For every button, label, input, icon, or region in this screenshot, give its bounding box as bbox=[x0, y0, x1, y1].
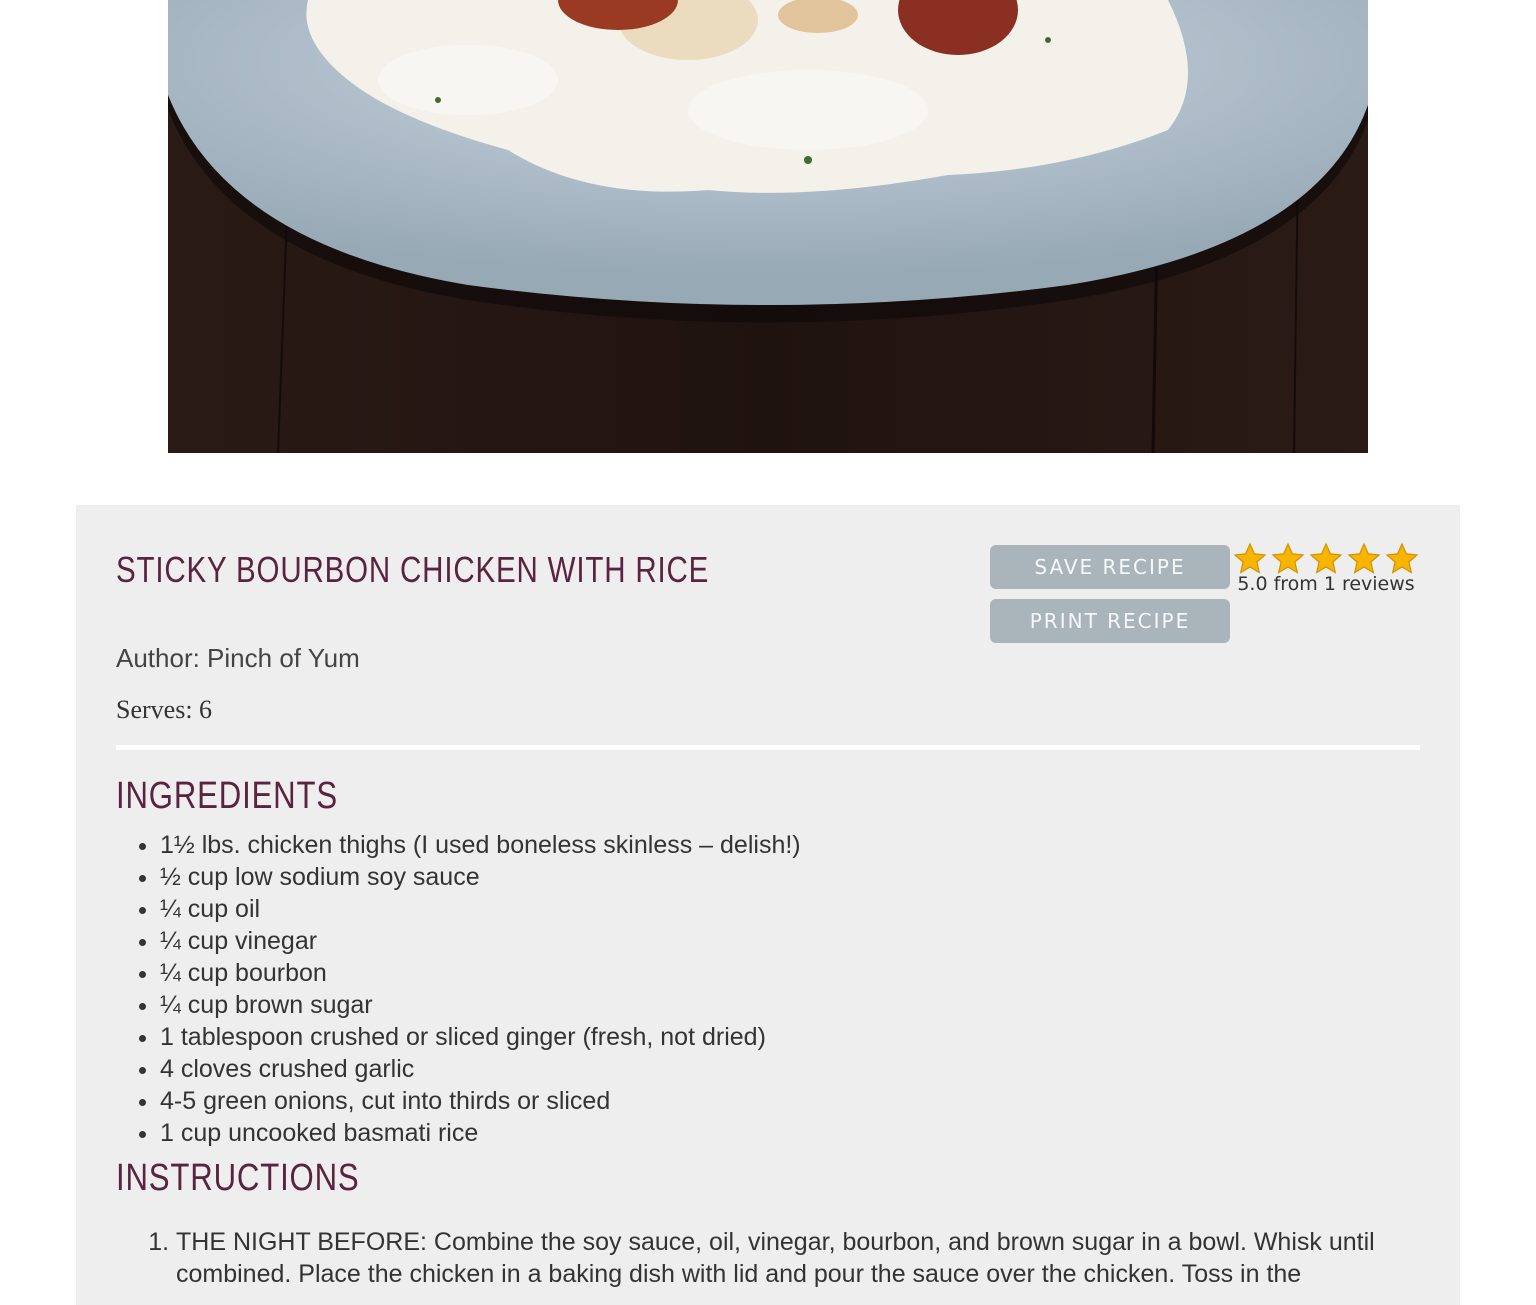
ingredient-item: ¼ cup vinegar bbox=[160, 925, 801, 957]
star-icon[interactable] bbox=[1270, 541, 1306, 577]
ingredients-list: 1½ lbs. chicken thighs (I used boneless … bbox=[116, 829, 801, 1149]
ingredient-item: ¼ cup oil bbox=[160, 893, 801, 925]
ingredient-item: ¼ cup brown sugar bbox=[160, 989, 801, 1021]
divider bbox=[116, 745, 1420, 750]
instructions-heading: INSTRUCTIONS bbox=[116, 1157, 360, 1199]
ingredient-item: 1½ lbs. chicken thighs (I used boneless … bbox=[160, 829, 801, 861]
star-icon[interactable] bbox=[1346, 541, 1382, 577]
recipe-title: STICKY BOURBON CHICKEN WITH RICE bbox=[116, 549, 710, 590]
recipe-card: STICKY BOURBON CHICKEN WITH RICE SAVE RE… bbox=[76, 505, 1460, 1305]
instruction-step: THE NIGHT BEFORE: Combine the soy sauce,… bbox=[176, 1226, 1440, 1290]
rating-widget: 5.0 from 1 reviews bbox=[1232, 541, 1420, 595]
ingredient-item: 1 tablespoon crushed or sliced ginger (f… bbox=[160, 1021, 801, 1053]
star-icon[interactable] bbox=[1232, 541, 1268, 577]
save-recipe-button[interactable]: SAVE RECIPE bbox=[990, 545, 1230, 589]
star-icon[interactable] bbox=[1308, 541, 1344, 577]
ingredients-heading: INGREDIENTS bbox=[116, 775, 338, 817]
star-rating[interactable] bbox=[1232, 541, 1420, 577]
recipe-author: Author: Pinch of Yum bbox=[116, 643, 360, 673]
instructions-list: THE NIGHT BEFORE: Combine the soy sauce,… bbox=[116, 1226, 1440, 1290]
ingredient-item: ¼ cup bourbon bbox=[160, 957, 801, 989]
recipe-serves: Serves: 6 bbox=[116, 695, 213, 724]
chicken-rice-plate-image bbox=[168, 0, 1368, 453]
ingredient-item: 1 cup uncooked basmati rice bbox=[160, 1117, 801, 1149]
ingredient-item: ½ cup low sodium soy sauce bbox=[160, 861, 801, 893]
star-icon[interactable] bbox=[1384, 541, 1420, 577]
ingredient-item: 4 cloves crushed garlic bbox=[160, 1053, 801, 1085]
recipe-photo bbox=[168, 0, 1368, 453]
print-recipe-button[interactable]: PRINT RECIPE bbox=[990, 599, 1230, 643]
ingredient-item: 4-5 green onions, cut into thirds or sli… bbox=[160, 1085, 801, 1117]
rating-summary: 5.0 from 1 reviews bbox=[1237, 573, 1415, 595]
